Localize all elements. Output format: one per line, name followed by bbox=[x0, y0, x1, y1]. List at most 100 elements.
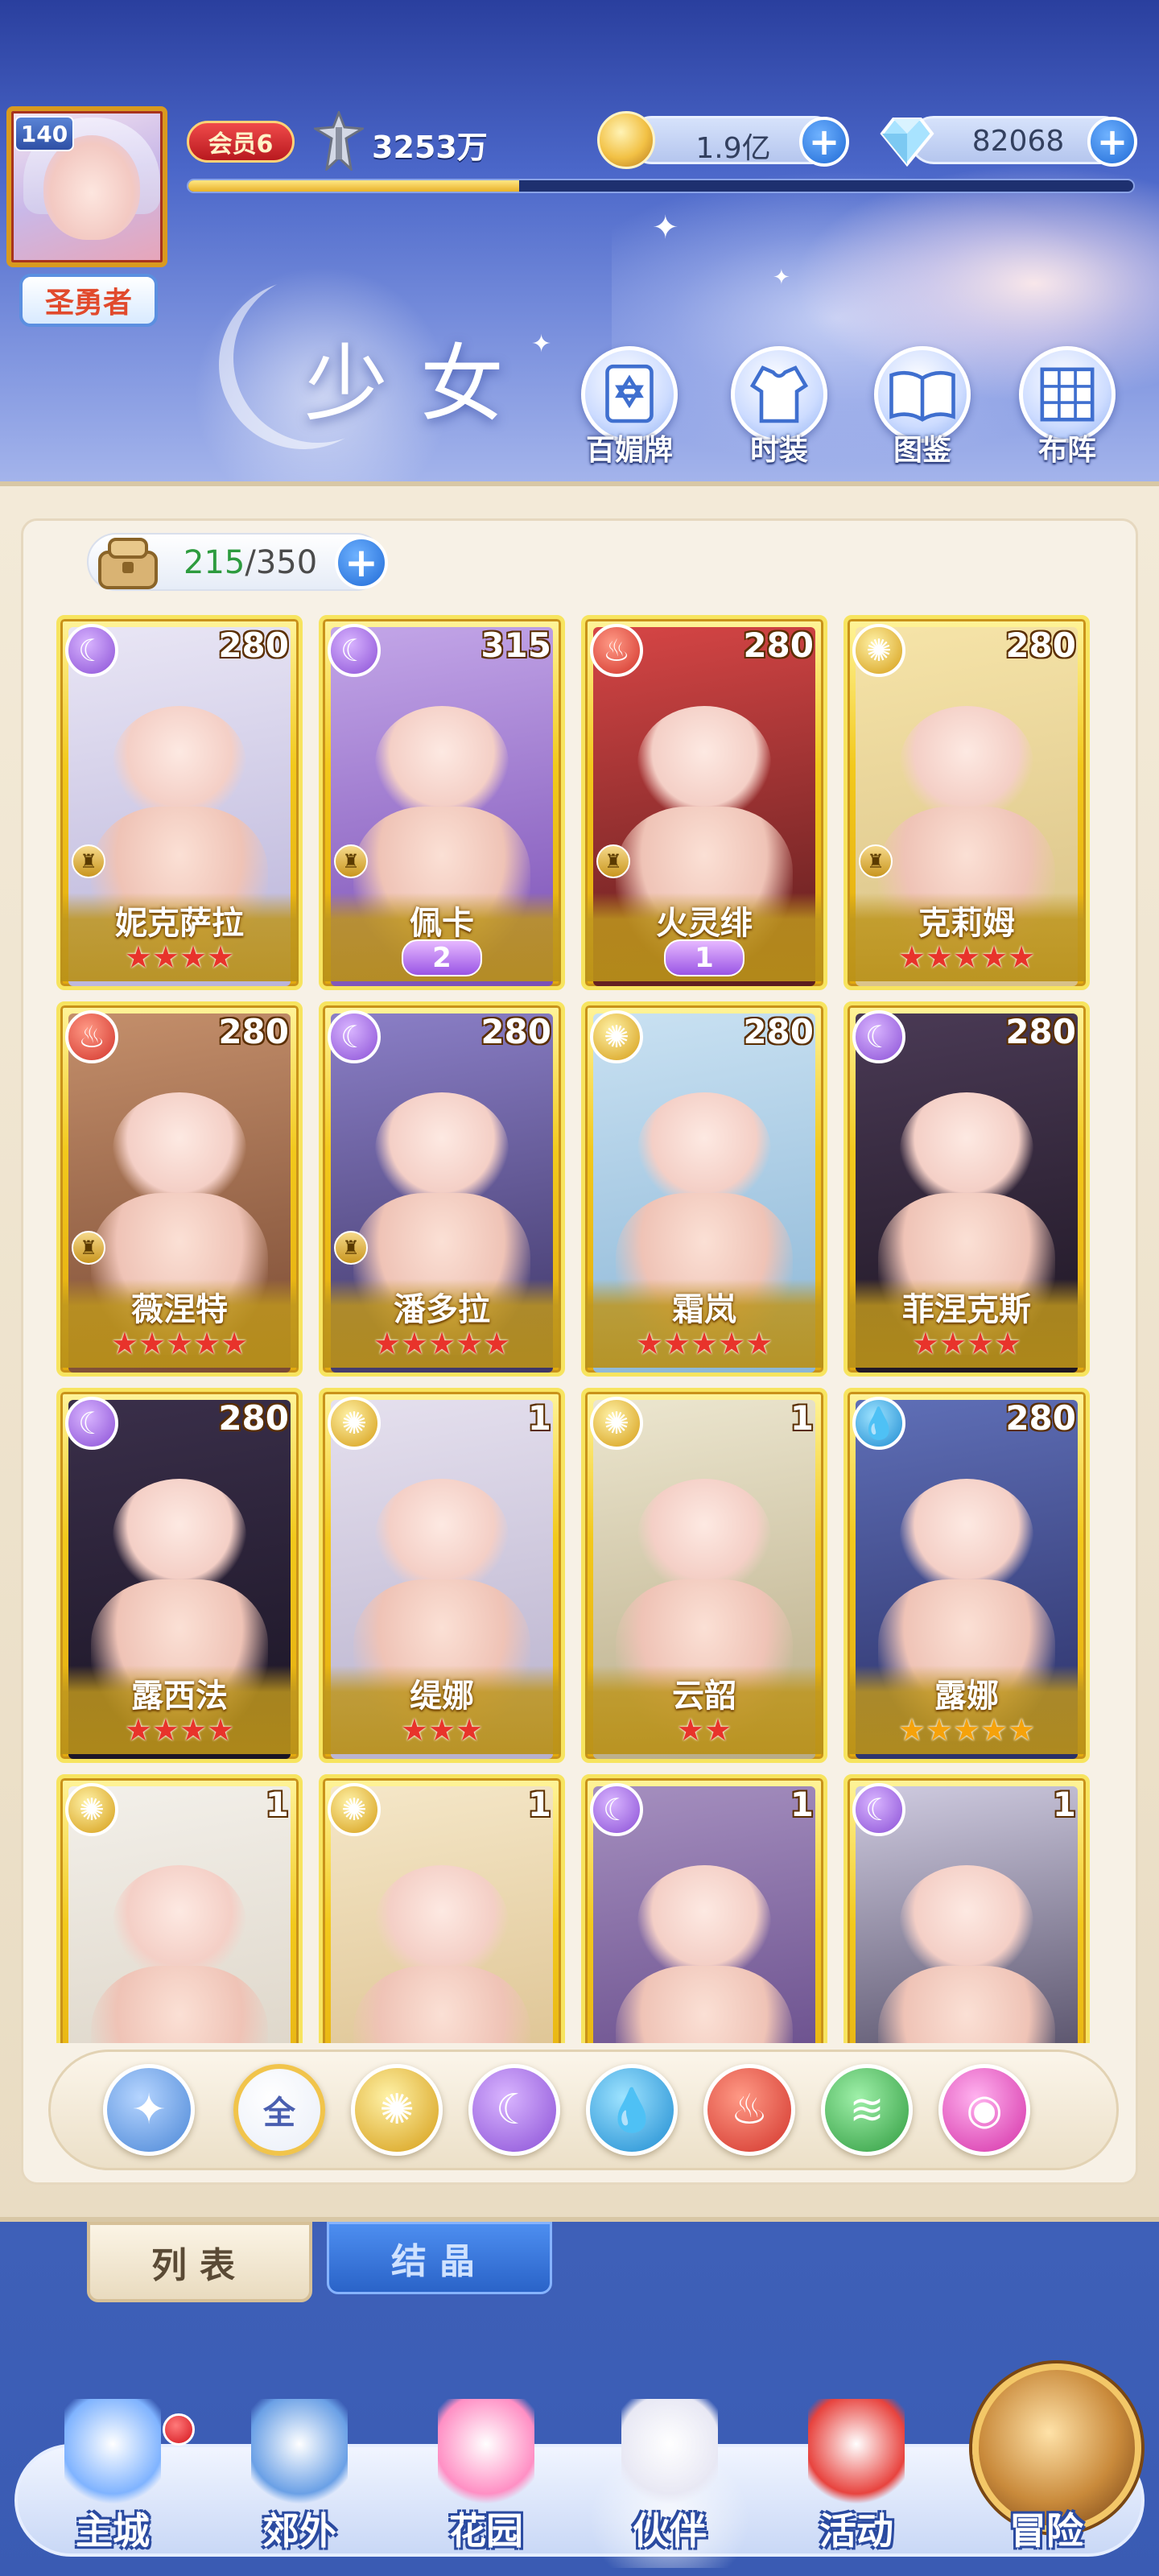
hero-name: 火灵绯 bbox=[656, 905, 753, 942]
feature-button-codex[interactable]: 图鉴 bbox=[866, 346, 979, 467]
awaken-wing-badge: 2 bbox=[402, 939, 482, 976]
nav-compass[interactable]: 冒险 bbox=[974, 2399, 1119, 2568]
hero-card[interactable]: ✺ 1 缇娜 ★★★ bbox=[319, 1388, 565, 1763]
hero-card[interactable]: ✺ 280 ♜ 克莉姆 ★★★★★ bbox=[843, 615, 1090, 990]
chess-role-icon: ♜ bbox=[72, 1231, 105, 1265]
bag-max: /350 bbox=[245, 544, 318, 581]
chess-role-icon: ♜ bbox=[596, 844, 630, 878]
hero-card[interactable]: ☾ 280 露西法 ★★★★ bbox=[56, 1388, 303, 1763]
hero-card[interactable]: ✺ 1 bbox=[319, 1774, 565, 2043]
nav-label: 活动 bbox=[819, 2509, 893, 2553]
feature-label: 百媚牌 bbox=[585, 434, 673, 467]
add-diamond-button[interactable]: + bbox=[1087, 117, 1137, 167]
hero-level: 1 bbox=[1052, 1785, 1076, 1824]
hero-name: 佩卡 bbox=[410, 905, 474, 942]
fire-element-icon: ♨ bbox=[65, 1010, 118, 1063]
moon-element-icon: ☾ bbox=[328, 624, 381, 677]
hero-card[interactable]: ✺ 1 云韶 ★★ bbox=[581, 1388, 827, 1763]
heart-garden-icon bbox=[438, 2399, 534, 2512]
hero-card[interactable]: ☾ 280 菲涅克斯 ★★★★ bbox=[843, 1001, 1090, 1377]
feature-label: 时装 bbox=[749, 434, 808, 467]
filter-water-button[interactable]: 💧 bbox=[586, 2064, 678, 2156]
moon-element-icon: ☾ bbox=[65, 624, 118, 677]
star-rating: ★★★★★ bbox=[110, 1326, 249, 1361]
tab-crystal[interactable]: 结晶 bbox=[327, 2222, 552, 2294]
hero-level: 280 bbox=[1005, 1012, 1076, 1051]
hero-card[interactable]: ☾ 315 ♜ 佩卡 2 bbox=[319, 615, 565, 990]
hero-name: 霜岚 bbox=[672, 1291, 736, 1328]
portal-icon bbox=[251, 2399, 348, 2512]
hero-card[interactable]: ♨ 280 ♜ 火灵绯 1 bbox=[581, 615, 827, 990]
player-title[interactable]: 圣勇者 bbox=[19, 274, 158, 327]
star-rating: ★★★★ bbox=[124, 939, 235, 975]
hero-card[interactable]: ✺ 280 霜岚 ★★★★★ bbox=[581, 1001, 827, 1377]
hero-name: 云韶 bbox=[672, 1678, 736, 1715]
expand-bag-button[interactable]: + bbox=[335, 536, 388, 589]
moon-element-icon: ☾ bbox=[590, 1783, 643, 1836]
nav-gift[interactable]: 活动 bbox=[784, 2399, 929, 2568]
nav-partner[interactable]: 伙伴 bbox=[589, 2399, 750, 2568]
moon-element-icon: ☾ bbox=[495, 2086, 534, 2134]
feature-label: 图鉴 bbox=[893, 434, 951, 467]
hero-name: 露西法 bbox=[131, 1678, 228, 1715]
bag-icon bbox=[98, 538, 158, 589]
hero-card[interactable]: ☾ 280 ♜ 妮克萨拉 ★★★★ bbox=[56, 615, 303, 990]
star-rating: ★★ bbox=[676, 1712, 732, 1748]
hero-name: 露娜 bbox=[934, 1678, 999, 1715]
castle-icon bbox=[64, 2399, 161, 2512]
hero-name: 菲涅克斯 bbox=[902, 1291, 1031, 1328]
hero-level: 1 bbox=[527, 1785, 551, 1824]
bag-current: 215 bbox=[184, 544, 245, 581]
hero-card[interactable]: ✺ 1 bbox=[56, 1774, 303, 2043]
filter-all-button[interactable]: 全 bbox=[233, 2064, 325, 2156]
water-element-icon: 💧 bbox=[852, 1397, 905, 1450]
sun-element-icon: ✺ bbox=[590, 1397, 643, 1450]
filter-sun-button[interactable]: ✺ bbox=[351, 2064, 443, 2156]
hero-card[interactable]: ♨ 280 ♜ 薇涅特 ★★★★★ bbox=[56, 1001, 303, 1377]
feature-button-formation[interactable]: 布阵 bbox=[1011, 346, 1124, 467]
nav-heart-garden[interactable]: 花园 bbox=[414, 2399, 559, 2568]
hero-card[interactable]: ☾ 1 bbox=[843, 1774, 1090, 2043]
tab-list[interactable]: 列表 bbox=[87, 2222, 312, 2302]
star-rating: ★★★★★ bbox=[635, 1326, 773, 1361]
star-rating: ★★★★ bbox=[124, 1712, 235, 1748]
nav-portal[interactable]: 郊外 bbox=[227, 2399, 372, 2568]
costume-icon bbox=[749, 365, 809, 423]
orb-element-icon: ◉ bbox=[966, 2086, 1003, 2134]
add-gold-button[interactable]: + bbox=[799, 117, 849, 167]
hero-level: 280 bbox=[1005, 1398, 1076, 1438]
gold-coin-icon bbox=[597, 111, 655, 169]
filter-fire-button[interactable]: ♨ bbox=[703, 2064, 795, 2156]
fire-element-icon: ♨ bbox=[730, 2086, 769, 2134]
hero-level: 280 bbox=[218, 1012, 289, 1051]
water-element-icon: 💧 bbox=[605, 2086, 658, 2135]
filter-wind-button[interactable]: ≋ bbox=[821, 2064, 913, 2156]
sun-element-icon: ✺ bbox=[328, 1397, 381, 1450]
moon-element-icon: ☾ bbox=[852, 1010, 905, 1063]
chess-role-icon: ♜ bbox=[72, 844, 105, 878]
feature-button-costume[interactable]: 时装 bbox=[723, 346, 835, 467]
filter-moon-button[interactable]: ☾ bbox=[468, 2064, 560, 2156]
chess-role-icon: ♜ bbox=[334, 1231, 368, 1265]
vip-badge[interactable]: 会员6 bbox=[187, 121, 295, 163]
wind-element-icon: ≋ bbox=[849, 2086, 885, 2134]
hero-level: 1 bbox=[790, 1398, 814, 1438]
hero-level: 315 bbox=[481, 625, 551, 665]
filter-pink-button[interactable]: ◉ bbox=[938, 2064, 1030, 2156]
nav-label: 郊外 bbox=[262, 2509, 336, 2553]
hero-name: 妮克萨拉 bbox=[115, 905, 244, 942]
filter-collapse-button[interactable]: ✦ bbox=[103, 2064, 195, 2156]
exp-bar bbox=[187, 179, 1135, 193]
star-rating: ★★★★★ bbox=[373, 1326, 511, 1361]
book-icon bbox=[889, 370, 955, 422]
hero-card[interactable]: 💧 280 露娜 ★★★★★ bbox=[843, 1388, 1090, 1763]
section-title: 少女 bbox=[304, 335, 537, 433]
hero-card[interactable]: ☾ 280 ♜ 潘多拉 ★★★★★ bbox=[319, 1001, 565, 1377]
chess-role-icon: ♜ bbox=[334, 844, 368, 878]
awaken-wing-badge: 1 bbox=[664, 939, 744, 976]
hero-level: 1 bbox=[790, 1785, 814, 1824]
feature-button-cards[interactable]: 百媚牌 bbox=[573, 346, 686, 467]
hero-card[interactable]: ☾ 1 bbox=[581, 1774, 827, 2043]
sun-element-icon: ✺ bbox=[65, 1783, 118, 1836]
nav-label: 冒险 bbox=[1009, 2509, 1083, 2553]
